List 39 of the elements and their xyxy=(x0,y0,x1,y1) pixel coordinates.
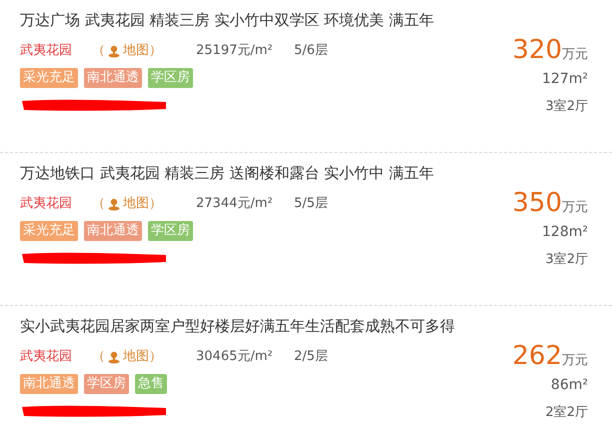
floor-area: 127m² xyxy=(542,68,588,90)
feature-tag: 学区房 xyxy=(148,221,193,241)
room-layout: 3室2厅 xyxy=(545,251,588,269)
listing-title[interactable]: 实小武夷花园居家两室户型好楼层好满五年生活配套成熟不可多得 xyxy=(20,314,462,338)
map-pin-icon xyxy=(108,44,120,58)
floor-area: 86m² xyxy=(550,374,588,396)
map-pin-icon xyxy=(108,198,120,210)
map-link[interactable]: （ 地图） xyxy=(92,347,196,367)
feature-tag: 南北通透 xyxy=(84,68,142,88)
listing-title[interactable]: 万达广场 武夷花园 精装三房 实小竹中双学区 环境优美 满五年 xyxy=(20,8,462,32)
listing-title[interactable]: 万达地铁口 武夷花园 精装三房 送阁楼和露台 实小竹中 满五年 xyxy=(20,161,462,185)
community-link[interactable]: 武夷花园 xyxy=(20,41,92,61)
community-link[interactable]: 武夷花园 xyxy=(20,194,92,214)
unit-price: 30465元/m² xyxy=(196,348,274,366)
floor-info: 2/5层 xyxy=(294,348,328,366)
feature-tag: 南北通透 xyxy=(84,221,142,241)
feature-tag: 采光充足 xyxy=(20,221,78,241)
price-unit: 万元 xyxy=(562,199,588,217)
total-price: 262 xyxy=(512,340,562,372)
feature-tag: 南北通透 xyxy=(20,374,78,394)
room-layout: 3室2厅 xyxy=(545,98,588,116)
price-unit: 万元 xyxy=(562,352,588,370)
feature-tag: 急售 xyxy=(135,374,167,394)
unit-price: 25197元/m² xyxy=(196,42,274,60)
total-price: 350 xyxy=(512,187,562,219)
room-layout: 2室2厅 xyxy=(545,404,588,422)
floor-info: 5/5层 xyxy=(294,195,328,214)
feature-tag: 学区房 xyxy=(148,68,193,88)
community-link[interactable]: 武夷花园 xyxy=(20,347,92,367)
total-price: 320 xyxy=(512,34,562,66)
floor-info: 5/6层 xyxy=(294,42,328,60)
floor-area: 128m² xyxy=(542,221,588,243)
map-pin-icon xyxy=(108,350,120,364)
feature-tag: 采光充足 xyxy=(20,68,78,88)
unit-price: 27344元/m² xyxy=(196,195,274,214)
map-link[interactable]: （ 地图） xyxy=(92,41,196,61)
map-link[interactable]: （ 地图） xyxy=(92,194,196,214)
feature-tag: 学区房 xyxy=(84,374,129,394)
price-unit: 万元 xyxy=(562,46,588,64)
